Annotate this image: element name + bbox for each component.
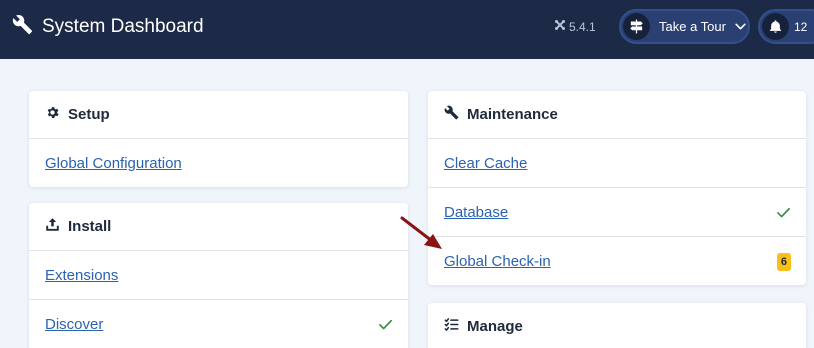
notifications-button[interactable]: 12: [758, 9, 814, 44]
upload-icon: [45, 217, 68, 237]
wrench-icon: [12, 14, 33, 40]
list-item: Database: [428, 188, 806, 237]
annotation-arrow: [400, 216, 442, 249]
global-configuration-link[interactable]: Global Configuration: [45, 155, 182, 172]
bell-icon: [762, 13, 789, 40]
list-item: Discover: [29, 300, 408, 348]
list-item: Global Configuration: [29, 139, 408, 188]
maintenance-card: Maintenance Clear Cache Database Global …: [428, 91, 806, 285]
install-card-header: Install: [29, 203, 408, 251]
take-a-tour-label: Take a Tour: [659, 19, 726, 34]
notification-count: 12: [794, 19, 808, 34]
database-link[interactable]: Database: [444, 204, 508, 221]
list-item: Extensions: [29, 251, 408, 300]
clear-cache-link[interactable]: Clear Cache: [444, 155, 527, 172]
list-item: Global Check-in 6: [428, 237, 806, 286]
joomla-icon: [554, 19, 569, 34]
wrench-icon: [444, 105, 467, 125]
status-badge: 6: [776, 252, 791, 271]
take-a-tour-button[interactable]: Take a Tour: [619, 9, 750, 44]
version-info: 5.4.1: [554, 19, 596, 34]
chevron-down-icon: [734, 20, 747, 33]
signpost-icon: [623, 13, 650, 40]
gear-icon: [45, 105, 68, 125]
setup-card-header: Setup: [29, 91, 408, 139]
maintenance-title: Maintenance: [467, 106, 558, 123]
manage-card-header: Manage: [428, 303, 806, 348]
discover-link[interactable]: Discover: [45, 316, 103, 333]
install-card: Install Extensions Discover: [29, 203, 408, 348]
list-check-icon: [444, 317, 467, 337]
setup-card: Setup Global Configuration: [29, 91, 408, 187]
manage-title: Manage: [467, 318, 523, 335]
install-title: Install: [68, 218, 112, 235]
version-number: 5.4.1: [569, 19, 596, 34]
check-icon: [378, 317, 393, 332]
brand: System Dashboard: [12, 14, 204, 40]
extensions-link[interactable]: Extensions: [45, 267, 118, 284]
setup-title: Setup: [68, 106, 110, 123]
top-bar: System Dashboard 5.4.1 Take a Tour 12: [0, 0, 814, 59]
page-title: System Dashboard: [42, 16, 204, 37]
maintenance-card-header: Maintenance: [428, 91, 806, 139]
check-icon: [776, 205, 791, 220]
list-item: Clear Cache: [428, 139, 806, 188]
global-check-in-link[interactable]: Global Check-in: [444, 253, 551, 270]
manage-card: Manage: [428, 303, 806, 348]
